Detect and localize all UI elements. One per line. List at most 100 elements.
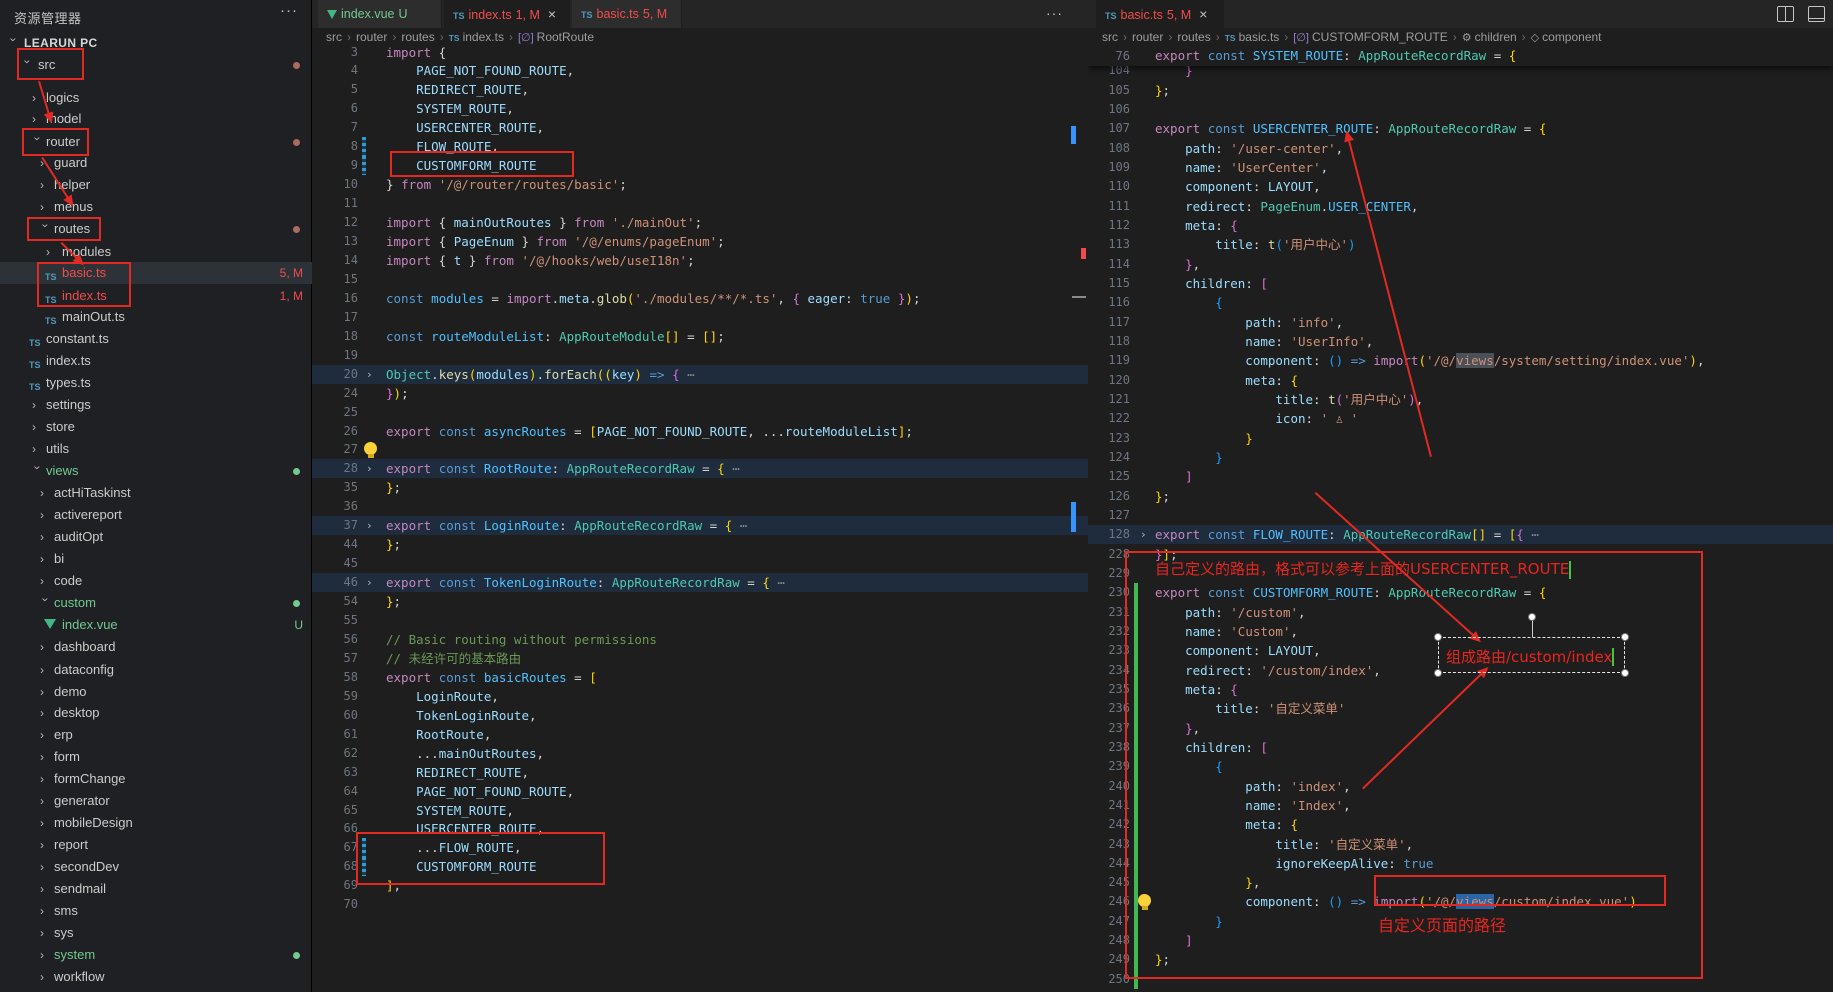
code-line[interactable]: 19 <box>312 346 1088 365</box>
code-line[interactable]: 234 redirect: '/custom/index', <box>1088 661 1833 680</box>
breadcrumb-item[interactable]: router <box>1132 30 1163 44</box>
sidebar-item-desktop[interactable]: ›desktop <box>0 702 312 724</box>
sidebar-item-dataconfig[interactable]: ›dataconfig <box>0 659 312 681</box>
code-line[interactable]: 231 path: '/custom', <box>1088 603 1833 622</box>
code-line[interactable]: 54}; <box>312 592 1088 611</box>
sidebar-item-erp[interactable]: ›erp <box>0 724 312 746</box>
code-line[interactable]: 246 component: () => import('/@/views/cu… <box>1088 892 1833 911</box>
explorer-more-actions-icon[interactable]: ··· <box>280 2 298 19</box>
code-line[interactable]: 4 PAGE_NOT_FOUND_ROUTE, <box>312 61 1088 80</box>
code-line[interactable]: 127 <box>1088 506 1833 525</box>
breadcrumb-item[interactable]: router <box>356 30 387 44</box>
breadcrumb[interactable]: src›router›routes›TSindex.ts›[∅]RootRout… <box>312 28 1088 46</box>
code-line[interactable]: 17 <box>312 308 1088 327</box>
breadcrumb-item[interactable]: index.ts <box>463 30 504 44</box>
breadcrumb-item[interactable]: basic.ts <box>1239 30 1280 44</box>
sidebar-item-constant.ts[interactable]: TSconstant.ts <box>0 328 312 350</box>
fold-chevron-icon[interactable]: › <box>366 573 373 592</box>
lightbulb-icon[interactable] <box>364 442 377 455</box>
breadcrumb-item[interactable]: src <box>1102 30 1118 44</box>
code-line[interactable]: 66 USERCENTER_ROUTE, <box>312 819 1088 838</box>
sidebar-item-custom[interactable]: ›custom <box>0 592 312 614</box>
code-line[interactable]: 37›export const LoginRoute: AppRouteReco… <box>312 516 1088 535</box>
code-line[interactable]: 121 title: t('用户中心'), <box>1088 390 1833 409</box>
sidebar-item-logics[interactable]: ›logics <box>0 87 312 109</box>
code-line[interactable]: 115 children: [ <box>1088 274 1833 293</box>
code-line[interactable]: 119 component: () => import('/@/views/sy… <box>1088 351 1833 370</box>
sidebar-item-form[interactable]: ›form <box>0 746 312 768</box>
sticky-scroll-line[interactable]: 76export const SYSTEM_ROUTE: AppRouteRec… <box>1088 46 1833 66</box>
code-line[interactable]: 35}; <box>312 478 1088 497</box>
code-line[interactable]: 14import { t } from '/@/hooks/web/useI18… <box>312 251 1088 270</box>
sidebar-item-bi[interactable]: ›bi <box>0 548 312 570</box>
sidebar-item-menus[interactable]: ›menus <box>0 196 312 218</box>
code-line[interactable]: 36 <box>312 497 1088 516</box>
code-line[interactable]: 242 meta: { <box>1088 815 1833 834</box>
sidebar-item-demo[interactable]: ›demo <box>0 681 312 703</box>
tab-index.ts[interactable]: TSindex.ts1, M× <box>444 0 570 28</box>
code-line[interactable]: 244 ignoreKeepAlive: true <box>1088 854 1833 873</box>
code-line[interactable]: 70 <box>312 895 1088 914</box>
code-line[interactable]: 106 <box>1088 100 1833 119</box>
code-line[interactable]: 120 meta: { <box>1088 371 1833 390</box>
code-line[interactable]: 237 }, <box>1088 719 1833 738</box>
code-line[interactable]: 250 <box>1088 970 1833 989</box>
sidebar-item-model[interactable]: ›model <box>0 108 312 130</box>
sidebar-item-learun-pc[interactable]: ›LEARUN PC <box>0 32 312 54</box>
breadcrumb-item[interactable]: routes <box>1177 30 1210 44</box>
code-line[interactable]: 235 meta: { <box>1088 680 1833 699</box>
code-line[interactable]: 248 ] <box>1088 931 1833 950</box>
code-line[interactable]: 55 <box>312 611 1088 630</box>
code-line[interactable]: 3import { <box>312 46 1088 62</box>
breadcrumb-item[interactable]: component <box>1542 30 1601 44</box>
sidebar-item-dashboard[interactable]: ›dashboard <box>0 636 312 658</box>
code-line[interactable]: 9 CUSTOMFORM_ROUTE <box>312 156 1088 175</box>
code-line[interactable]: 128›export const FLOW_ROUTE: AppRouteRec… <box>1088 525 1833 544</box>
code-line[interactable]: 11 <box>312 194 1088 213</box>
code-line[interactable]: 45 <box>312 554 1088 573</box>
code-line[interactable]: 247 } <box>1088 912 1833 931</box>
breadcrumb-item[interactable]: src <box>326 30 342 44</box>
sidebar-item-index.ts[interactable]: TSindex.ts1, M <box>0 285 312 307</box>
sidebar-item-auditopt[interactable]: ›auditOpt <box>0 526 312 548</box>
toggle-layout-icon[interactable] <box>1808 6 1825 22</box>
code-line[interactable]: 124 } <box>1088 448 1833 467</box>
sidebar-item-acthitaskinst[interactable]: ›actHiTaskinst <box>0 482 312 504</box>
code-line[interactable]: 67 ...FLOW_ROUTE, <box>312 838 1088 857</box>
code-line[interactable]: 15 <box>312 270 1088 289</box>
code-line[interactable]: 68 CUSTOMFORM_ROUTE <box>312 857 1088 876</box>
code-line[interactable]: 249}; <box>1088 950 1833 969</box>
code-line[interactable]: 107export const USERCENTER_ROUTE: AppRou… <box>1088 119 1833 138</box>
code-line[interactable]: 16const modules = import.meta.glob('./mo… <box>312 289 1088 308</box>
fold-chevron-icon[interactable]: › <box>366 459 373 478</box>
code-line[interactable]: 28›export const RootRoute: AppRouteRecor… <box>312 459 1088 478</box>
sidebar-item-types.ts[interactable]: TStypes.ts <box>0 372 312 394</box>
sidebar-item-code[interactable]: ›code <box>0 570 312 592</box>
breadcrumb-item[interactable]: children <box>1475 30 1517 44</box>
code-line[interactable]: 26export const asyncRoutes = [PAGE_NOT_F… <box>312 422 1088 441</box>
code-line[interactable]: 24}); <box>312 384 1088 403</box>
code-line[interactable]: 113 title: t('用户中心') <box>1088 235 1833 254</box>
tabbar-more-icon[interactable]: ··· <box>1046 5 1063 21</box>
code-line[interactable]: 109 name: 'UserCenter', <box>1088 158 1833 177</box>
code-line[interactable]: 65 SYSTEM_ROUTE, <box>312 801 1088 820</box>
code-line[interactable]: 61 RootRoute, <box>312 725 1088 744</box>
sidebar-item-mobiledesign[interactable]: ›mobileDesign <box>0 812 312 834</box>
code-line[interactable]: 233 component: LAYOUT, <box>1088 641 1833 660</box>
code-line[interactable]: 18const routeModuleList: AppRouteModule[… <box>312 327 1088 346</box>
code-line[interactable]: 240 path: 'index', <box>1088 777 1833 796</box>
code-line[interactable]: 108 path: '/user-center', <box>1088 139 1833 158</box>
close-icon[interactable]: × <box>1199 6 1207 22</box>
code-line[interactable]: 123 } <box>1088 429 1833 448</box>
code-line[interactable]: 105}; <box>1088 81 1833 100</box>
code-line[interactable]: 116 { <box>1088 293 1833 312</box>
code-line[interactable]: 236 title: '自定义菜单' <box>1088 699 1833 718</box>
code-line[interactable]: 5 REDIRECT_ROUTE, <box>312 80 1088 99</box>
code-line[interactable]: 62 ...mainOutRoutes, <box>312 744 1088 763</box>
code-line[interactable]: 13import { PageEnum } from '/@/enums/pag… <box>312 232 1088 251</box>
sidebar-item-formchange[interactable]: ›formChange <box>0 768 312 790</box>
breadcrumb-item[interactable]: CUSTOMFORM_ROUTE <box>1312 30 1448 44</box>
sidebar-item-index.ts[interactable]: TSindex.ts <box>0 350 312 372</box>
code-line[interactable]: 228}]; <box>1088 545 1833 564</box>
code-line[interactable]: 69]; <box>312 876 1088 895</box>
